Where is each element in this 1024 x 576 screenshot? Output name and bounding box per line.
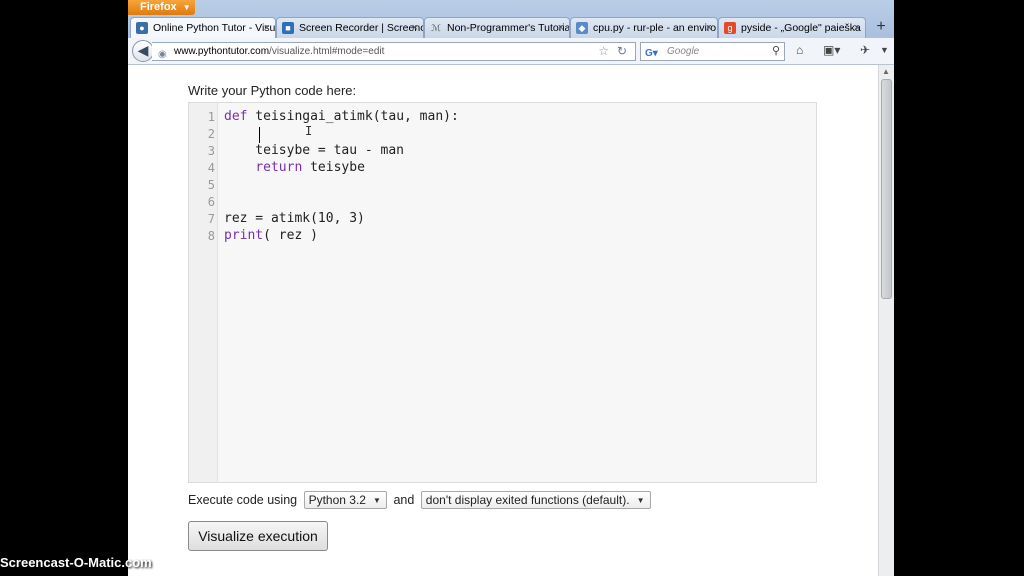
keyword: print <box>224 228 264 243</box>
code-line-1[interactable]: def teisingai_atimk(tau, man): <box>224 109 459 124</box>
line-number: 2 <box>207 127 215 141</box>
python-version-value: Python 3.2 <box>308 493 366 507</box>
screencast-watermark: Screencast-O-Matic.com <box>0 555 152 570</box>
chevron-down-icon: ▼ <box>636 496 645 505</box>
tab-pyside-google[interactable]: g pyside - „Google" paieška × <box>718 17 866 38</box>
code-text: ( rez ) <box>263 228 318 243</box>
close-icon[interactable]: × <box>264 18 270 38</box>
code-line-3[interactable]: teisybe = tau - man <box>224 143 404 158</box>
code-text: teisybe = tau - man <box>224 143 405 158</box>
python-tutor-icon: ● <box>136 22 148 34</box>
chevron-down-icon[interactable]: ▼ <box>880 45 889 55</box>
line-number: 4 <box>207 161 215 175</box>
vertical-scrollbar[interactable]: ▲ <box>878 65 894 576</box>
keyword: return <box>255 160 303 175</box>
wikibooks-icon: ℳ <box>431 23 441 33</box>
tab-label: cpu.py - rur-ple - an enviro... <box>593 22 718 34</box>
page-prompt: Write your Python code here: <box>188 83 357 98</box>
back-button[interactable]: ◀ <box>132 40 154 62</box>
globe-icon: ◉ <box>158 49 167 60</box>
tab-strip: Firefox ▼ ● Online Python Tutor - Visu...… <box>128 0 894 39</box>
keyword: def <box>224 109 248 124</box>
execute-options-row: Execute code using Python 3.2 ▼ and don't… <box>188 491 654 509</box>
code-line-7[interactable]: rez = atimk(10, 3) <box>224 211 365 226</box>
line-number: 8 <box>207 229 215 243</box>
firefox-menu-label: Firefox <box>140 1 177 13</box>
code-text: teisybe <box>302 160 365 175</box>
line-number: 7 <box>207 212 215 226</box>
text-cursor <box>259 127 260 143</box>
tab-python-tutor[interactable]: ● Online Python Tutor - Visu... × <box>130 17 276 39</box>
line-number: 5 <box>207 178 215 192</box>
search-input[interactable]: G▾ Google ⚲ <box>640 42 785 61</box>
tab-label: Non-Programmer's Tutoria... <box>447 22 570 34</box>
display-option-value: don't display exited functions (default)… <box>425 493 630 507</box>
line-number: 1 <box>207 110 215 124</box>
scroll-up-icon[interactable]: ▲ <box>882 67 890 76</box>
tab-label: Screen Recorder | Screenca... <box>299 22 423 34</box>
code-editor[interactable]: 1 2 3 4 5 6 7 8 def teisingai_atimk(tau,… <box>188 102 817 483</box>
home-icon[interactable]: ⌂ <box>796 43 803 57</box>
extensions-icon[interactable]: ▣▾ <box>823 43 840 57</box>
google-search-engine-icon[interactable]: G▾ <box>645 45 658 62</box>
line-number-gutter: 1 2 3 4 5 6 7 8 <box>189 103 218 482</box>
close-icon[interactable]: × <box>412 18 418 38</box>
tab-screen-recorder[interactable]: ■ Screen Recorder | Screenca... × <box>276 17 424 38</box>
url-bar[interactable]: ◉ www.pythontutor.com/visualize.html#mod… <box>152 42 636 61</box>
chevron-down-icon: ▼ <box>373 496 381 505</box>
search-icon[interactable]: ⚲ <box>772 43 780 60</box>
code-text: rez = atimk(10, 3) <box>224 211 365 226</box>
screencast-icon: ■ <box>282 22 294 34</box>
python-version-select[interactable]: Python 3.2 ▼ <box>303 491 387 509</box>
line-number: 6 <box>207 195 215 209</box>
reload-icon[interactable]: ↻ <box>617 43 627 60</box>
firefox-menu-button[interactable]: Firefox ▼ <box>128 0 195 15</box>
tab-label: pyside - „Google" paieška <box>741 22 861 34</box>
tab-cpu-py[interactable]: ◆ cpu.py - rur-ple - an enviro... × <box>570 17 718 38</box>
code-text: teisingai_atimk(tau, man): <box>247 109 459 124</box>
and-label: and <box>393 493 415 507</box>
url-path: /visualize.html#mode=edit <box>269 46 385 57</box>
addon-icon[interactable]: ✈ <box>860 43 870 57</box>
visualize-execution-button[interactable]: Visualize execution <box>188 521 328 551</box>
chevron-down-icon: ▼ <box>182 3 191 12</box>
page-content: Write your Python code here: 1 2 3 4 5 6… <box>128 65 878 576</box>
close-icon[interactable]: × <box>854 18 860 38</box>
url-host: www.pythontutor.com <box>174 46 270 57</box>
display-option-select[interactable]: don't display exited functions (default)… <box>420 491 651 509</box>
navigation-bar: ◀ ◉ www.pythontutor.com/visualize.html#m… <box>128 38 894 65</box>
bookmark-star-icon[interactable]: ☆ <box>598 43 609 60</box>
google-icon: g <box>724 22 736 34</box>
line-number: 3 <box>207 144 215 158</box>
browser-window: Firefox ▼ ● Online Python Tutor - Visu...… <box>128 0 894 576</box>
tab-non-programmers-tutorial[interactable]: ℳ Non-Programmer's Tutoria... × <box>424 17 570 38</box>
tab-label: Online Python Tutor - Visu... <box>153 22 276 34</box>
ibeam-cursor-icon: I <box>305 124 313 138</box>
search-placeholder: Google <box>667 46 700 57</box>
google-code-icon: ◆ <box>576 22 588 34</box>
code-line-4[interactable]: return teisybe <box>224 160 365 175</box>
close-icon[interactable]: × <box>558 18 564 38</box>
code-line-8[interactable]: print( rez ) <box>224 228 318 243</box>
execute-label: Execute code using <box>188 493 298 507</box>
code-line-2[interactable] <box>224 126 255 141</box>
close-icon[interactable]: × <box>706 18 712 38</box>
new-tab-button[interactable]: + <box>870 18 892 38</box>
scrollbar-thumb[interactable] <box>881 79 892 299</box>
